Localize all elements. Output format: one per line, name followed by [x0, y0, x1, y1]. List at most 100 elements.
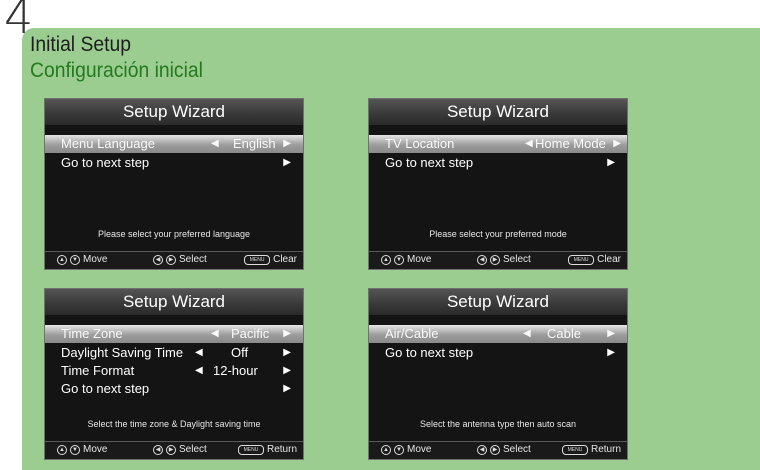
footer-move: ▲ ▼ Move: [381, 442, 431, 458]
right-arrow-icon[interactable]: ▶: [283, 362, 291, 380]
left-arrow-icon[interactable]: ◀: [211, 135, 219, 153]
page-title-spanish: Configuración inicial: [30, 59, 203, 82]
right-arrow-icon[interactable]: ▶: [283, 154, 291, 172]
menu-row-label: Daylight Saving Time: [61, 345, 184, 360]
setup-wizard-screen-location: Setup Wizard TV Location ◀ Home Mode ▶ G…: [368, 98, 628, 270]
screen-header: Setup Wizard: [369, 289, 627, 315]
menu-row-label: Go to next step: [385, 345, 474, 360]
left-arrow-icon[interactable]: ◀: [525, 135, 533, 153]
right-arrow-icon[interactable]: ▶: [607, 325, 615, 343]
step-number: 4: [4, 0, 34, 44]
menu-row-time-zone[interactable]: Time Zone ◀ Pacific ▶: [45, 325, 303, 343]
footer-select-label: Select: [179, 254, 207, 265]
footer-action: MENU Clear: [568, 252, 621, 268]
menu-row-air-cable[interactable]: Air/Cable ◀ Cable ▶: [369, 325, 627, 343]
up-icon: ▲: [381, 445, 391, 455]
footer-move-label: Move: [407, 444, 432, 455]
left-arrow-icon[interactable]: ◀: [523, 325, 531, 343]
footer-action: MENU Return: [237, 442, 297, 458]
right-arrow-icon[interactable]: ▶: [283, 325, 291, 343]
menu-key-icon: MENU: [561, 445, 588, 455]
menu-row-daylight-saving-time[interactable]: Daylight Saving Time ◀ Off ▶: [45, 344, 303, 362]
footer-move-label: Move: [83, 254, 108, 265]
right-icon: ▶: [166, 255, 176, 265]
left-icon: ◀: [153, 255, 163, 265]
footer-select: ◀ ▶ Select: [477, 252, 531, 268]
menu-row-value: Off: [231, 345, 249, 360]
left-arrow-icon[interactable]: ◀: [195, 362, 203, 380]
menu-row-value: English: [233, 136, 276, 151]
hint-text: Select the antenna type then auto scan: [419, 419, 577, 429]
setup-wizard-screen-antenna: Setup Wizard Air/Cable ◀ Cable ▶ Go to n…: [368, 288, 628, 460]
footer-move-label: Move: [407, 254, 432, 265]
menu-row-go-to-next-step[interactable]: Go to next step ▶: [369, 344, 627, 362]
menu-row-label: Go to next step: [61, 155, 150, 170]
down-icon: ▼: [70, 255, 80, 265]
screen-footer: ▲ ▼ Move ◀ ▶ Select MENU Return: [369, 441, 627, 459]
footer-action: MENU Return: [561, 442, 621, 458]
menu-row-value: Cable: [547, 326, 581, 341]
up-icon: ▲: [57, 255, 67, 265]
menu-row-tv-location[interactable]: TV Location ◀ Home Mode ▶: [369, 135, 627, 153]
menu-row-menu-language[interactable]: Menu Language ◀ English ▶: [45, 135, 303, 153]
menu-row-label: Air/Cable: [385, 326, 439, 341]
footer-select-label: Select: [179, 444, 207, 455]
right-arrow-icon[interactable]: ▶: [607, 344, 615, 362]
footer-action-label: Return: [590, 444, 621, 455]
footer-move-label: Move: [83, 444, 108, 455]
left-arrow-icon[interactable]: ◀: [211, 325, 219, 343]
right-icon: ▶: [490, 445, 500, 455]
left-icon: ◀: [477, 445, 487, 455]
menu-row-time-format[interactable]: Time Format ◀ 12-hour ▶: [45, 362, 303, 380]
footer-action-label: Clear: [273, 254, 297, 265]
menu-row-go-to-next-step[interactable]: Go to next step ▶: [45, 380, 303, 398]
menu-row-label: Go to next step: [61, 381, 150, 396]
footer-select-label: Select: [503, 254, 531, 265]
right-arrow-icon[interactable]: ▶: [283, 380, 291, 398]
menu-row-label: Menu Language: [61, 136, 155, 151]
right-arrow-icon[interactable]: ▶: [607, 154, 615, 172]
right-arrow-icon[interactable]: ▶: [283, 344, 291, 362]
menu-row-value: 12-hour: [213, 363, 258, 378]
setup-wizard-screen-time: Setup Wizard Time Zone ◀ Pacific ▶ Dayli…: [44, 288, 304, 460]
right-icon: ▶: [166, 445, 176, 455]
menu-row-go-to-next-step[interactable]: Go to next step ▶: [369, 154, 627, 172]
footer-select: ◀ ▶ Select: [153, 252, 207, 268]
menu-row-go-to-next-step[interactable]: Go to next step ▶: [45, 154, 303, 172]
down-icon: ▼: [70, 445, 80, 455]
menu-row-label: TV Location: [385, 136, 455, 151]
menu-row-label: Time Format: [61, 363, 135, 378]
right-icon: ▶: [490, 255, 500, 265]
up-icon: ▲: [57, 445, 67, 455]
left-icon: ◀: [153, 445, 163, 455]
hint-text: Please select your preferred mode: [429, 229, 567, 239]
footer-move: ▲ ▼ Move: [57, 252, 107, 268]
left-icon: ◀: [477, 255, 487, 265]
left-arrow-icon[interactable]: ◀: [195, 344, 203, 362]
up-icon: ▲: [381, 255, 391, 265]
footer-select: ◀ ▶ Select: [477, 442, 531, 458]
footer-action-label: Clear: [597, 254, 621, 265]
hint-text: Select the time zone & Daylight saving t…: [87, 419, 261, 429]
right-arrow-icon[interactable]: ▶: [613, 135, 621, 153]
hint-text: Please select your preferred language: [97, 229, 251, 239]
footer-select: ◀ ▶ Select: [153, 442, 207, 458]
down-icon: ▼: [394, 445, 404, 455]
screen-footer: ▲ ▼ Move ◀ ▶ Select MENU Clear: [45, 251, 303, 269]
screen-header: Setup Wizard: [45, 289, 303, 315]
menu-key-icon: MENU: [237, 445, 264, 455]
screen-footer: ▲ ▼ Move ◀ ▶ Select MENU Return: [45, 441, 303, 459]
setup-wizard-screen-language: Setup Wizard Menu Language ◀ English ▶ G…: [44, 98, 304, 270]
screen-header: Setup Wizard: [45, 99, 303, 125]
footer-select-label: Select: [503, 444, 531, 455]
menu-row-label: Time Zone: [61, 326, 123, 341]
down-icon: ▼: [394, 255, 404, 265]
footer-action: MENU Clear: [244, 252, 297, 268]
menu-key-icon: MENU: [568, 255, 595, 265]
screen-footer: ▲ ▼ Move ◀ ▶ Select MENU Clear: [369, 251, 627, 269]
footer-move: ▲ ▼ Move: [381, 252, 431, 268]
right-arrow-icon[interactable]: ▶: [283, 135, 291, 153]
menu-row-label: Go to next step: [385, 155, 474, 170]
page-title-english: Initial Setup: [30, 33, 131, 56]
footer-action-label: Return: [266, 444, 297, 455]
